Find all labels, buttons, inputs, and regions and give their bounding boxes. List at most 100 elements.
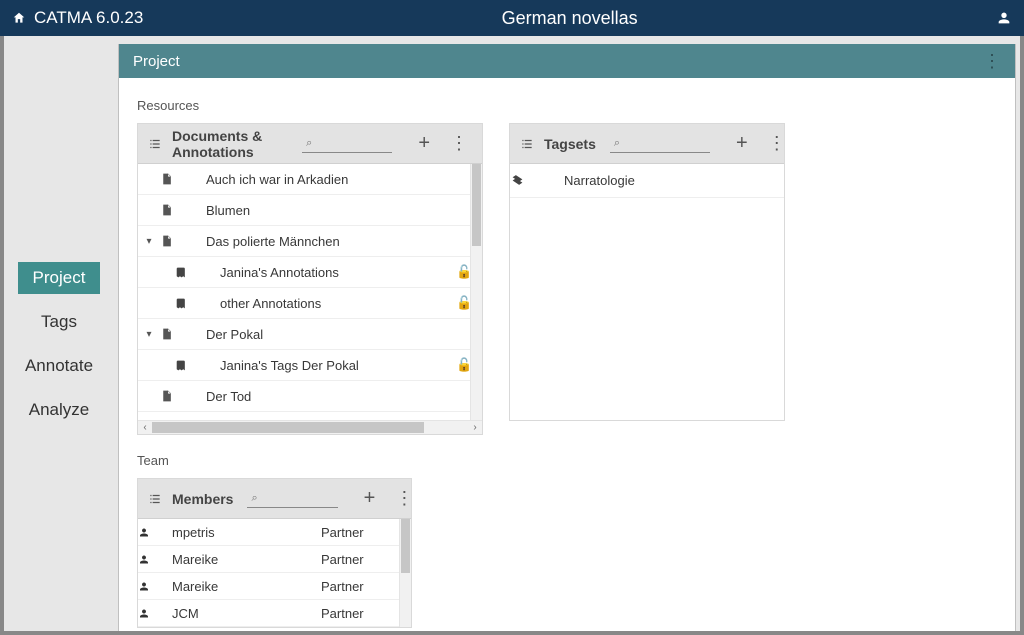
tagset-row[interactable]: Narratologie [510,164,784,198]
document-icon [160,203,188,217]
documents-card-header: Documents & Annotations ⌕ + ⋮ [138,124,482,164]
hscroll-right-icon[interactable]: › [468,422,482,433]
member-role: Partner [321,552,411,567]
sidebar: Project Tags Annotate Analyze [4,36,114,631]
list-icon [520,137,534,151]
document-row[interactable]: other Annotations🔓 [138,288,482,319]
members-card: Members ⌕ + ⋮ mpetrisPartnerMareikePartn… [137,478,412,628]
member-name: JCM [168,606,321,621]
document-row[interactable]: ▾ Das polierte Männchen [138,226,482,257]
book-icon [174,297,202,310]
members-card-title: Members [172,491,233,507]
document-row[interactable]: Janina's Tags Der Pokal🔓 [138,350,482,381]
documents-tree[interactable]: Auch ich war in Arkadien Blumen ▾ Das polie… [138,164,482,420]
person-icon [138,553,168,566]
document-row[interactable]: ▾ Der Pokal [138,319,482,350]
tagsets-more-icon[interactable]: ⋮ [764,133,790,154]
app-title: CATMA 6.0.23 [34,8,143,28]
row-label: other Annotations [202,296,456,311]
hscroll-left-icon[interactable]: ‹ [138,422,152,433]
list-icon [148,492,162,506]
row-label: Der Pokal [188,327,456,342]
member-role: Partner [321,525,411,540]
member-role: Partner [321,606,411,621]
documents-vscrollbar[interactable] [470,164,482,420]
list-icon [148,137,162,151]
content: Project ⋮ Resources Documents & Annotati… [114,36,1020,631]
sidebar-item-label: Analyze [29,400,89,419]
members-more-icon[interactable]: ⋮ [391,488,417,509]
tagsets-card: Tagsets ⌕ + ⋮ Narratologie [509,123,785,421]
documents-search[interactable]: ⌕ [302,135,392,153]
row-label: Die Kriegspfeife [188,420,456,421]
members-list[interactable]: mpetrisPartnerMareikePartnerMareikePartn… [138,519,411,627]
page-title: German novellas [143,8,996,29]
sidebar-item-label: Tags [41,312,77,331]
top-header: CATMA 6.0.23 German novellas [0,0,1024,36]
tagsets-card-title: Tagsets [544,136,596,152]
member-name: Mareike [168,579,321,594]
section-title-resources: Resources [137,98,997,113]
panel-more-icon[interactable]: ⋮ [983,51,1001,72]
panel-title: Project [133,53,180,70]
members-vscrollbar[interactable] [399,519,411,627]
row-label: Das polierte Männchen [188,234,456,249]
main-area: Project Tags Annotate Analyze Project ⋮ … [0,36,1024,635]
tagsets-list[interactable]: Narratologie [510,164,784,420]
book-icon [174,266,202,279]
document-row[interactable]: Auch ich war in Arkadien [138,164,482,195]
tag-icon [510,174,556,187]
home-icon[interactable] [12,11,26,25]
member-row[interactable]: MareikePartner [138,573,411,600]
tagsets-search[interactable]: ⌕ [610,135,710,153]
member-name: mpetris [168,525,321,540]
tagsets-card-header: Tagsets ⌕ + ⋮ [510,124,784,164]
book-icon [174,359,202,372]
members-card-header: Members ⌕ + ⋮ [138,479,411,519]
document-icon [160,327,188,341]
members-search-input[interactable] [258,490,338,506]
row-label: Narratologie [556,173,784,188]
documents-card-title: Documents & Annotations [172,128,288,160]
document-row[interactable]: Die Kriegspfeife [138,412,482,420]
member-role: Partner [321,579,411,594]
sidebar-item-analyze[interactable]: Analyze [18,394,100,426]
document-row[interactable]: Der Tod [138,381,482,412]
document-row[interactable]: Blumen [138,195,482,226]
row-label: Der Tod [188,389,456,404]
member-row[interactable]: MareikePartner [138,546,411,573]
person-icon [138,607,168,620]
members-add-button[interactable]: + [358,487,382,510]
expand-icon[interactable]: ▾ [138,329,160,340]
sidebar-item-annotate[interactable]: Annotate [18,350,100,382]
sidebar-item-tags[interactable]: Tags [18,306,100,338]
documents-hscrollbar[interactable]: ‹ › [138,420,482,434]
sidebar-item-label: Annotate [25,356,93,375]
documents-card: Documents & Annotations ⌕ + ⋮ Auch ich w… [137,123,483,435]
section-title-team: Team [137,453,997,468]
documents-search-input[interactable] [312,135,392,151]
panel-header: Project ⋮ [119,44,1015,78]
member-row[interactable]: JCMPartner [138,600,411,627]
document-icon [160,172,188,186]
user-icon[interactable] [996,10,1012,26]
tagsets-search-input[interactable] [620,135,710,151]
document-icon [160,234,188,248]
person-icon [138,526,168,539]
sidebar-item-project[interactable]: Project [18,262,100,294]
member-name: Mareike [168,552,321,567]
person-icon [138,580,168,593]
document-row[interactable]: Janina's Annotations🔓 [138,257,482,288]
tagsets-add-button[interactable]: + [730,132,754,155]
row-label: Janina's Annotations [202,265,456,280]
panel-body: Resources Documents & Annotations ⌕ [119,78,1015,631]
members-search[interactable]: ⌕ [247,490,337,508]
sidebar-item-label: Project [33,268,86,287]
documents-more-icon[interactable]: ⋮ [446,133,472,154]
resources-row: Documents & Annotations ⌕ + ⋮ Auch ich w… [137,123,997,435]
row-label: Auch ich war in Arkadien [188,172,456,187]
row-label: Blumen [188,203,456,218]
member-row[interactable]: mpetrisPartner [138,519,411,546]
expand-icon[interactable]: ▾ [138,236,160,247]
documents-add-button[interactable]: + [412,132,436,155]
